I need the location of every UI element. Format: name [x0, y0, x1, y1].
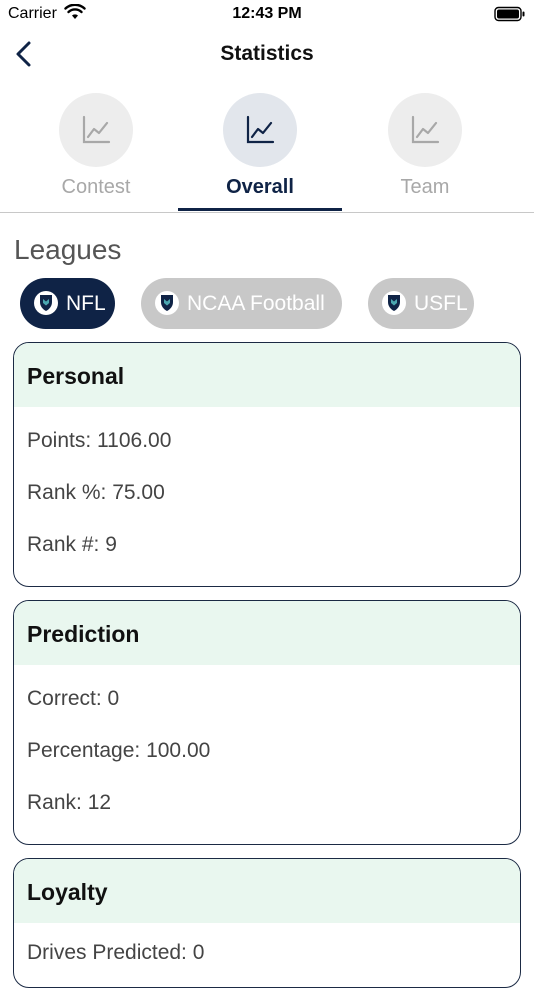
stat-row-rank: Rank: 12: [27, 791, 112, 814]
navigation-bar: Statistics: [0, 30, 534, 80]
league-chip-ncaa-football[interactable]: NCAA Football: [141, 278, 342, 329]
shield-logo-icon: [155, 291, 179, 315]
card-title: Personal: [27, 363, 125, 389]
personal-card: Personal Points: 1106.00 Rank %: 75.00 R…: [13, 342, 521, 587]
tab-contest[interactable]: Contest: [14, 88, 178, 212]
stat-row-correct: Correct: 0: [27, 687, 120, 710]
tab-team-label: Team: [400, 176, 450, 198]
stats-tab-bar: Contest Overall Team: [0, 88, 534, 213]
tab-overall[interactable]: Overall: [178, 88, 342, 212]
tab-contest-label: Contest: [61, 176, 131, 198]
stat-row-rank-percent: Rank %: 75.00: [27, 481, 165, 504]
loyalty-card: Loyalty Drives Predicted: 0: [13, 858, 521, 988]
tab-team[interactable]: Team: [343, 88, 507, 212]
card-header: Prediction: [14, 601, 520, 665]
league-chip-label: NCAA Football: [187, 292, 325, 315]
stat-row-points: Points: 1106.00: [27, 429, 172, 452]
stat-row-rank-number: Rank #: 9: [27, 533, 117, 556]
shield-logo-icon: [34, 291, 58, 315]
card-header: Loyalty: [14, 859, 520, 923]
card-title: Prediction: [27, 621, 140, 647]
leagues-heading: Leagues: [14, 234, 122, 265]
league-chip-usfl[interactable]: USFL: [368, 278, 474, 329]
league-chip-nfl[interactable]: NFL: [20, 278, 115, 329]
shield-logo-icon: [382, 291, 406, 315]
tab-overall-label: Overall: [226, 176, 294, 198]
stat-row-drives-predicted: Drives Predicted: 0: [27, 941, 205, 964]
active-tab-indicator: [178, 208, 342, 211]
page-title: Statistics: [220, 42, 314, 65]
status-time: 12:43 PM: [232, 5, 302, 22]
card-title: Loyalty: [27, 879, 108, 905]
league-chip-label: USFL: [414, 292, 468, 315]
battery-icon: [494, 6, 526, 27]
stat-row-percentage: Percentage: 100.00: [27, 739, 211, 762]
tab-team-icon-bg: [388, 93, 462, 167]
tab-contest-icon-bg: [59, 93, 133, 167]
league-chip-label: NFL: [66, 292, 106, 315]
status-bar: Carrier 12:43 PM: [0, 0, 534, 30]
tab-overall-icon-bg: [223, 93, 297, 167]
card-header: Personal: [14, 343, 520, 407]
prediction-card: Prediction Correct: 0 Percentage: 100.00…: [13, 600, 521, 845]
